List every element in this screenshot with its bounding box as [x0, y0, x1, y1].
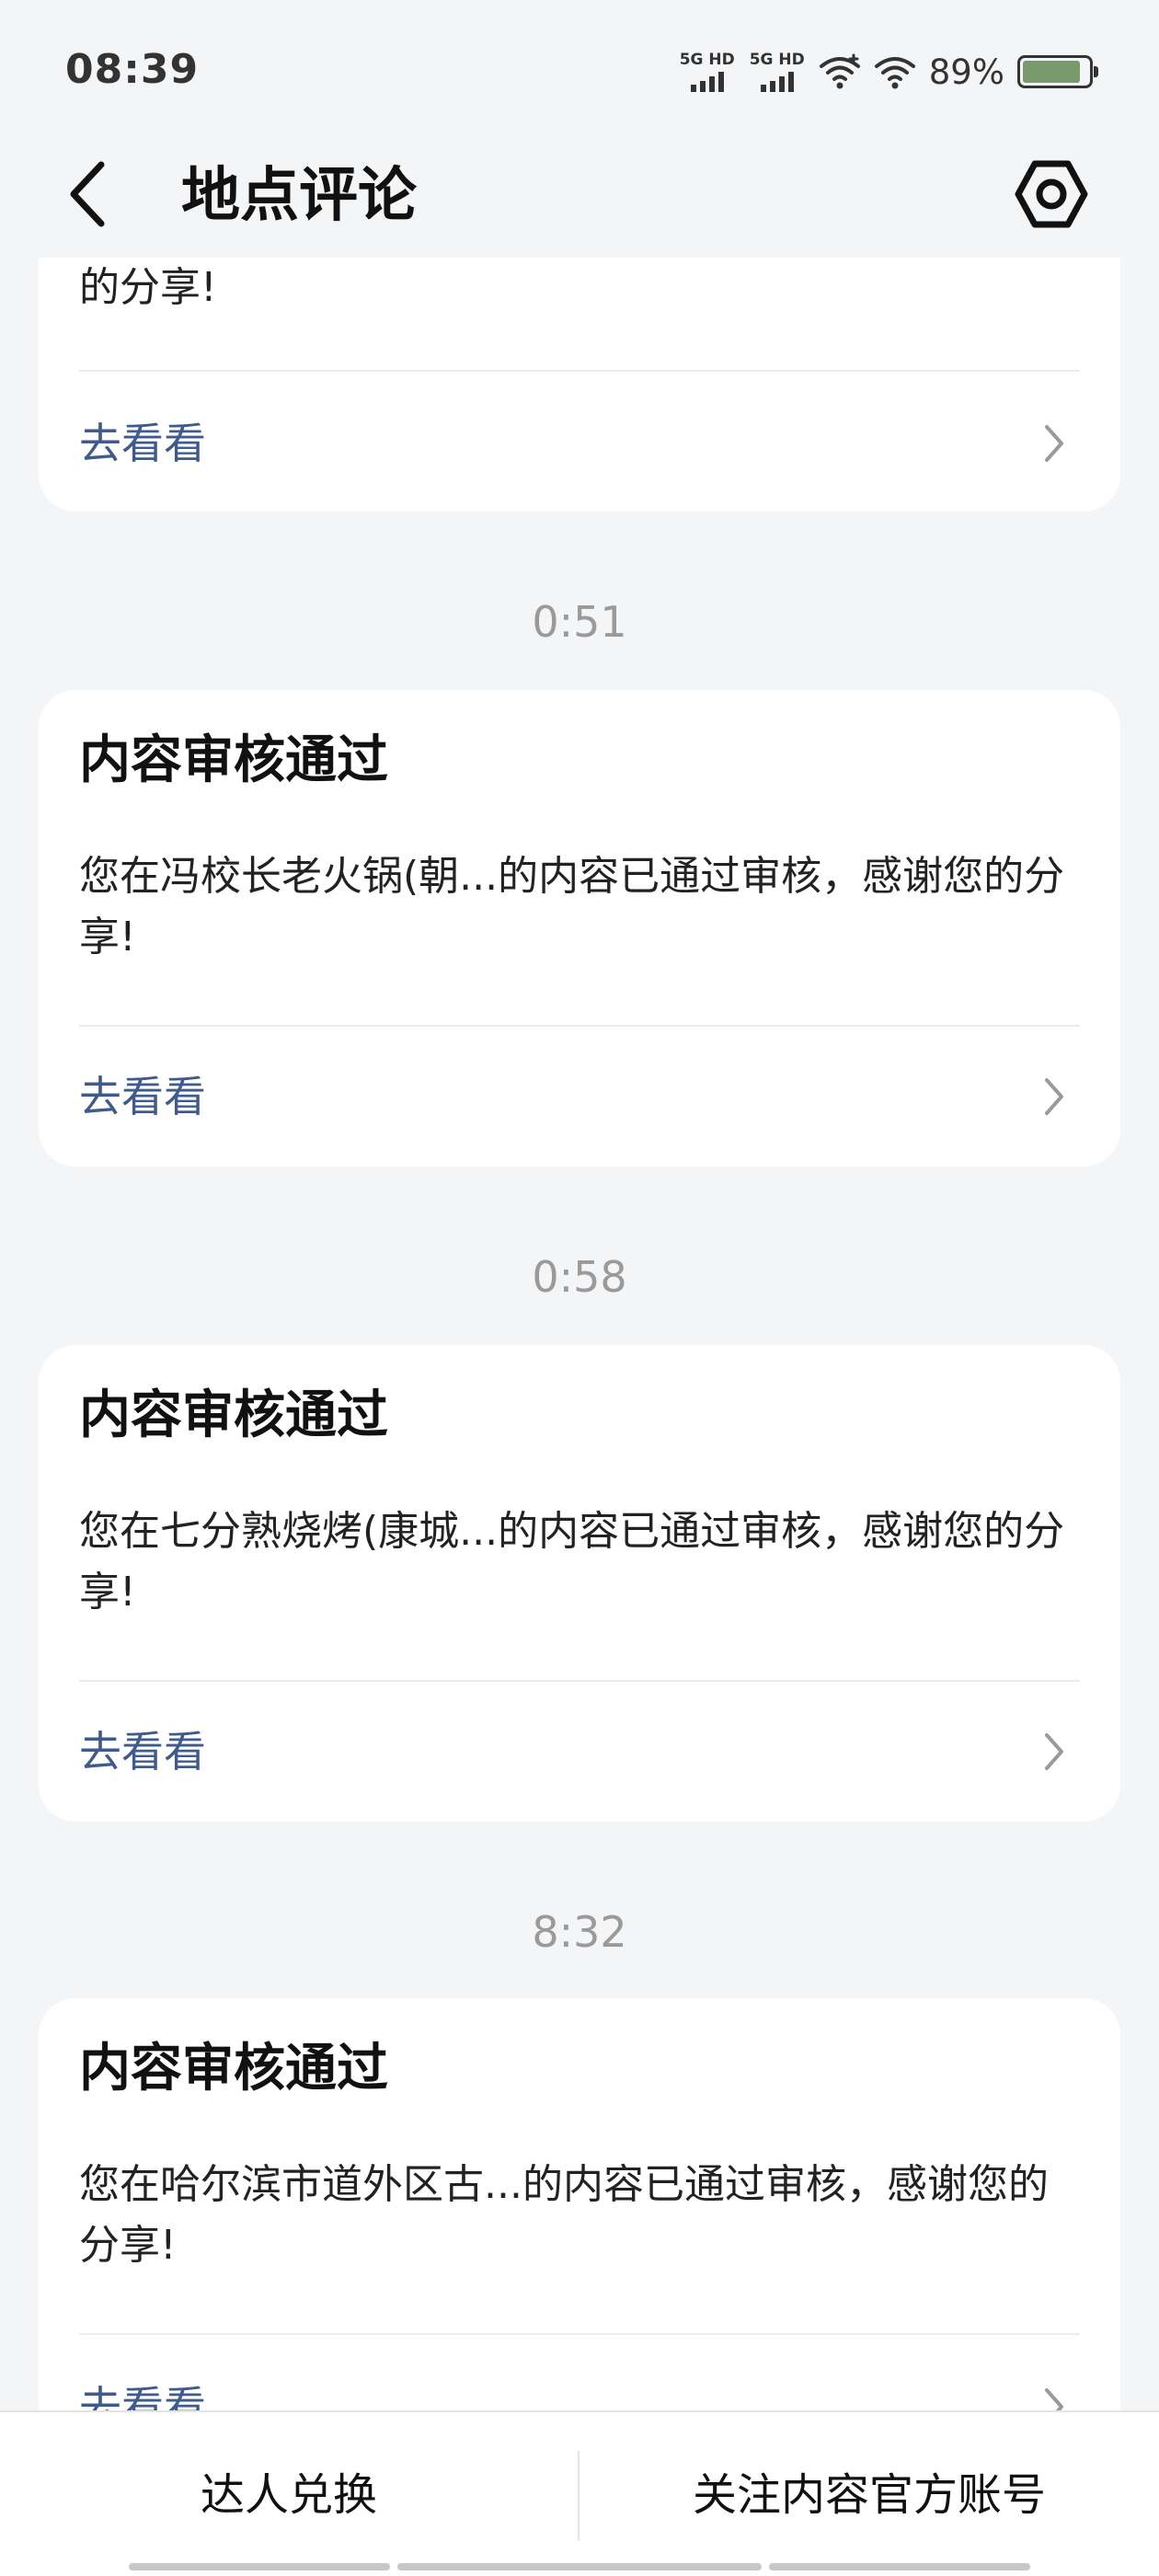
view-link[interactable]: 去看看 — [79, 1724, 206, 1779]
timestamp: 0:58 — [532, 1252, 627, 1302]
message-feed[interactable]: 的分享! 去看看 0:51 内容审核通过 您在冯校长老火锅(朝...的内容已通过… — [0, 0, 1159, 2576]
expert-exchange-button[interactable]: 达人兑换 — [0, 2412, 578, 2569]
message-title: 内容审核通过 — [79, 730, 388, 790]
status-time: 08:39 — [65, 46, 200, 93]
gesture-bar — [129, 2563, 390, 2570]
chevron-right-icon[interactable] — [1039, 421, 1069, 466]
message-text: 的分享! — [79, 264, 217, 311]
back-button[interactable] — [66, 153, 131, 236]
header: 地点评论 — [0, 138, 1159, 258]
message-title: 内容审核通过 — [79, 2039, 388, 2099]
message-text: 您在冯校长老火锅(朝...的内容已通过审核，感谢您的分享! — [79, 853, 1065, 960]
bottom-action-bar: 达人兑换 关注内容官方账号 — [0, 2410, 1159, 2576]
battery-icon — [1017, 55, 1098, 88]
divider — [79, 2333, 1080, 2335]
timestamp: 8:32 — [532, 1907, 627, 1957]
divider — [79, 1680, 1080, 1682]
screen: 的分享! 去看看 0:51 内容审核通过 您在冯校长老火锅(朝...的内容已通过… — [0, 0, 1159, 2576]
settings-button[interactable] — [1012, 155, 1091, 234]
message-card: 内容审核通过 您在哈尔滨市道外区古...的内容已通过审核，感谢您的分享! 去看看 — [39, 1998, 1120, 2475]
hexagon-settings-icon — [1015, 160, 1088, 228]
divider — [79, 1025, 1080, 1027]
battery-level — [1023, 61, 1081, 83]
message-card: 内容审核通过 您在七分熟烧烤(康城...的内容已通过审核，感谢您的分享! 去看看 — [39, 1345, 1120, 1822]
wifi-icon — [874, 57, 915, 89]
message-card: 内容审核通过 您在冯校长老火锅(朝...的内容已通过审核，感谢您的分享! 去看看 — [39, 690, 1120, 1167]
message-text: 您在哈尔滨市道外区古...的内容已通过审核，感谢您的分享! — [79, 2161, 1049, 2269]
page-title: 地点评论 — [181, 162, 417, 230]
cellular-signal-icon: 5G HD — [679, 52, 736, 92]
status-bar: 08:39 5G HD 5G HD 89% — [0, 0, 1159, 138]
chevron-right-icon[interactable] — [1039, 1075, 1069, 1119]
timestamp: 0:51 — [532, 597, 627, 647]
wifi-plus-icon — [819, 53, 860, 89]
gesture-bar — [397, 2563, 762, 2570]
message-title: 内容审核通过 — [79, 1386, 388, 1445]
status-icons: 5G HD 5G HD 89% — [679, 48, 1098, 96]
view-link[interactable]: 去看看 — [79, 1069, 206, 1124]
battery-percent: 89% — [928, 52, 1004, 92]
divider — [79, 370, 1080, 372]
view-link[interactable]: 去看看 — [79, 416, 206, 471]
chevron-left-icon — [70, 161, 105, 227]
gesture-bar — [769, 2563, 1030, 2570]
follow-official-account-button[interactable]: 关注内容官方账号 — [580, 2412, 1159, 2569]
message-text: 您在七分熟烧烤(康城...的内容已通过审核，感谢您的分享! — [79, 1508, 1065, 1616]
cellular-signal-icon: 5G HD — [749, 52, 806, 92]
chevron-right-icon[interactable] — [1039, 1730, 1069, 1774]
